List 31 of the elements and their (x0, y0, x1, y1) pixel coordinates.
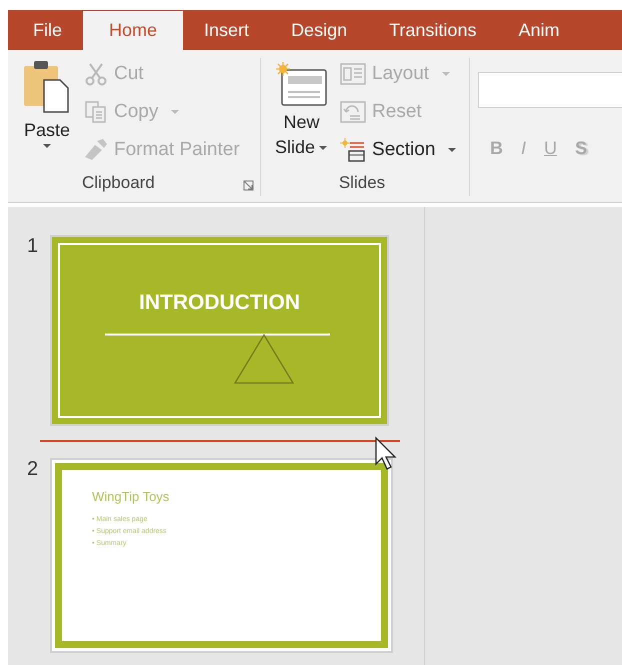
ribbon-tab[interactable]: Transitions (368, 10, 498, 50)
new-slide-icon (276, 62, 328, 108)
ribbon-button[interactable]: Section (338, 134, 460, 166)
reset-icon (340, 100, 366, 124)
scissors-icon (84, 62, 108, 86)
ribbon-tab[interactable]: Insert (183, 10, 270, 50)
ribbon-tab[interactable]: Design (270, 10, 368, 50)
clipboard-icon (22, 58, 72, 116)
paste-button[interactable]: Paste (8, 58, 78, 170)
slide-number: 1 (27, 235, 40, 258)
caret-icon (42, 143, 52, 149)
slide-thumbnail[interactable]: INTRODUCTION (50, 235, 389, 426)
group-label: Slides (338, 173, 386, 193)
ribbon-tab[interactable]: Home (83, 11, 184, 50)
caret-icon (441, 71, 452, 77)
ribbon-tab[interactable]: File (12, 10, 84, 50)
new-slide-button[interactable]: New Slide (261, 58, 334, 170)
group-label: Clipboard (82, 173, 155, 193)
paintbrush-icon (84, 138, 108, 162)
font-field[interactable] (478, 72, 622, 108)
layout-icon (340, 62, 366, 86)
caret-icon (170, 109, 180, 115)
copy-icon (84, 100, 108, 124)
slide-title: WingTip Toys (92, 489, 170, 504)
slide-title: INTRODUCTION (139, 291, 300, 315)
ribbon-tab[interactable]: Anim (497, 10, 580, 50)
dialog-launcher-icon[interactable] (243, 180, 254, 190)
slide-number: 2 (27, 458, 40, 481)
section-icon (340, 138, 366, 162)
caret-icon (447, 147, 458, 153)
caret-icon (318, 144, 328, 150)
